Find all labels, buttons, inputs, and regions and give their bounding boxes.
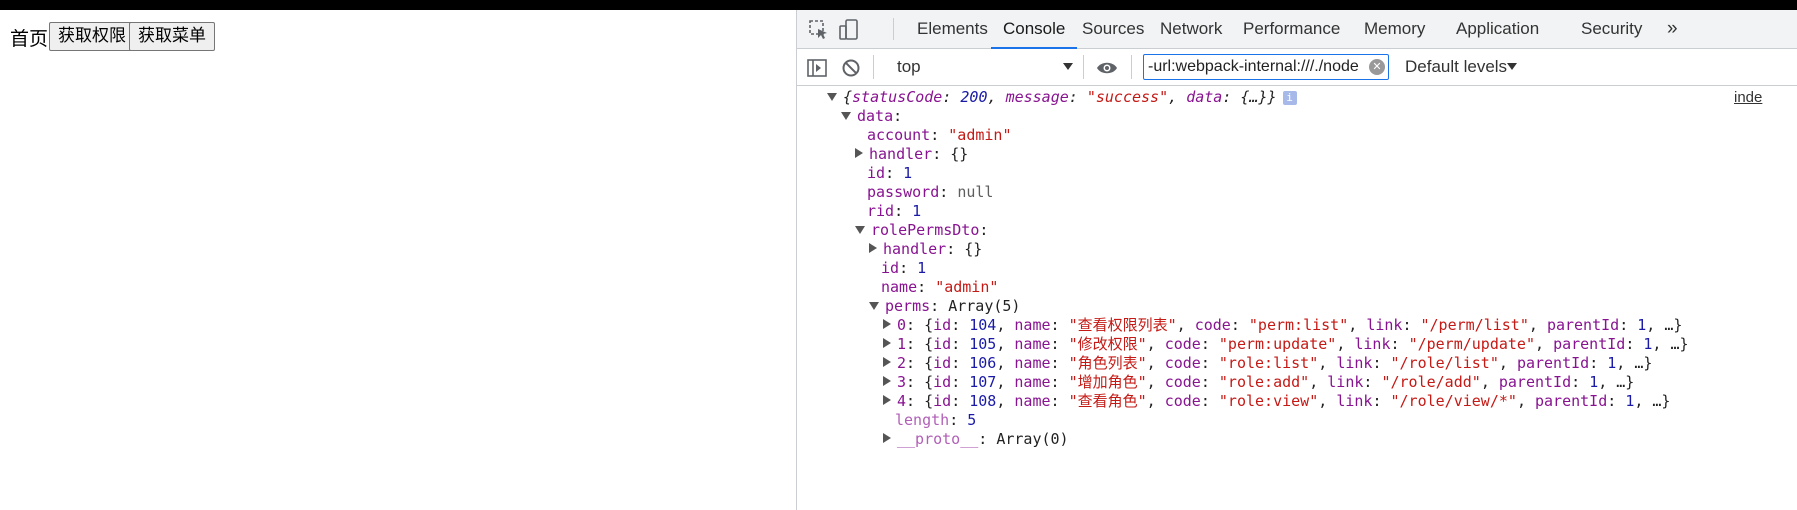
- perm-item[interactable]: 0: {id: 104, name: "查看权限列表", code: "perm…: [883, 316, 1682, 335]
- perm-item[interactable]: 2: {id: 106, name: "角色列表", code: "role:l…: [883, 354, 1652, 373]
- expand-triangle-icon[interactable]: [883, 376, 891, 386]
- tree-node-handler[interactable]: handler: {}: [869, 240, 982, 259]
- collapse-triangle-icon[interactable]: [855, 226, 865, 234]
- expand-triangle-icon[interactable]: [855, 148, 863, 158]
- clear-console-icon[interactable]: [839, 56, 863, 80]
- live-expression-eye-icon[interactable]: [1095, 56, 1119, 80]
- tree-node-proto[interactable]: __proto__: Array(0): [883, 430, 1069, 449]
- console-toolbar-divider: [1131, 55, 1132, 79]
- devtools-panel: Elements Console Sources Network Perform…: [796, 10, 1797, 510]
- collapse-triangle-icon[interactable]: [827, 93, 837, 101]
- info-icon[interactable]: i: [1282, 91, 1297, 105]
- context-dropdown-arrow-icon[interactable]: [1063, 63, 1073, 70]
- source-link[interactable]: inde: [1734, 88, 1762, 107]
- clear-filter-icon[interactable]: ✕: [1369, 59, 1385, 75]
- expand-triangle-icon[interactable]: [883, 319, 891, 329]
- page-title: 首页: [10, 28, 49, 50]
- tab-sources[interactable]: Sources: [1082, 10, 1144, 48]
- tab-memory[interactable]: Memory: [1364, 10, 1425, 48]
- console-toolbar-divider: [1083, 55, 1084, 79]
- sidebar-toggle-icon[interactable]: [805, 56, 829, 80]
- perm-item[interactable]: 4: {id: 108, name: "查看角色", code: "role:v…: [883, 392, 1670, 411]
- levels-dropdown-arrow-icon[interactable]: [1507, 63, 1517, 70]
- tab-network[interactable]: Network: [1160, 10, 1222, 48]
- tab-application[interactable]: Application: [1456, 10, 1539, 48]
- expand-triangle-icon[interactable]: [883, 357, 891, 367]
- collapse-triangle-icon[interactable]: [841, 112, 851, 120]
- tab-security[interactable]: Security: [1581, 10, 1642, 48]
- console-filter-input[interactable]: [1143, 54, 1389, 80]
- tree-node-handler[interactable]: handler: {}: [855, 145, 968, 164]
- expand-triangle-icon[interactable]: [883, 338, 891, 348]
- console-toolbar: top ✕ Default levels: [797, 49, 1797, 86]
- tree-prop-account: account: "admin": [867, 126, 1012, 144]
- devtools-tab-bar: Elements Console Sources Network Perform…: [797, 10, 1797, 49]
- toolbar-divider: [893, 18, 894, 40]
- console-toolbar-divider: [873, 55, 874, 79]
- expand-triangle-icon[interactable]: [883, 395, 891, 405]
- log-levels-dropdown[interactable]: Default levels: [1405, 49, 1507, 85]
- perm-item[interactable]: 1: {id: 105, name: "修改权限", code: "perm:u…: [883, 335, 1689, 354]
- more-tabs-icon[interactable]: »: [1667, 10, 1678, 48]
- tab-console[interactable]: Console: [990, 10, 1078, 49]
- inspect-element-icon[interactable]: [807, 18, 831, 42]
- collapse-triangle-icon[interactable]: [869, 302, 879, 310]
- tree-prop-length: length: 5: [895, 411, 977, 429]
- expand-triangle-icon[interactable]: [883, 433, 891, 443]
- tree-prop-name: name: "admin": [881, 278, 999, 296]
- tree-prop-id: id: 1: [881, 259, 927, 277]
- context-selector[interactable]: top: [897, 49, 921, 85]
- tree-prop-rid: rid: 1: [867, 202, 922, 220]
- log-entry-root[interactable]: {statusCode: 200, message: "success", da…: [827, 88, 1297, 107]
- tree-node-rolepermsdto[interactable]: rolePermsDto:: [855, 221, 988, 240]
- tree-node-data[interactable]: data:: [841, 107, 902, 126]
- get-menu-button[interactable]: 获取菜单: [129, 22, 215, 51]
- app-page: 首页 获取权限 获取菜单: [0, 10, 796, 510]
- tree-node-perms[interactable]: perms: Array(5): [869, 297, 1020, 316]
- tab-performance[interactable]: Performance: [1243, 10, 1340, 48]
- get-permissions-button[interactable]: 获取权限: [49, 22, 135, 51]
- perm-item[interactable]: 3: {id: 107, name: "增加角色", code: "role:a…: [883, 373, 1634, 392]
- expand-triangle-icon[interactable]: [869, 243, 877, 253]
- tree-prop-id: id: 1: [867, 164, 913, 182]
- window-top-strip: [0, 0, 1797, 10]
- device-toolbar-icon[interactable]: [837, 18, 861, 42]
- tab-elements[interactable]: Elements: [917, 10, 988, 48]
- tree-prop-password: password: null: [867, 183, 994, 201]
- console-log: {statusCode: 200, message: "success", da…: [797, 86, 1797, 510]
